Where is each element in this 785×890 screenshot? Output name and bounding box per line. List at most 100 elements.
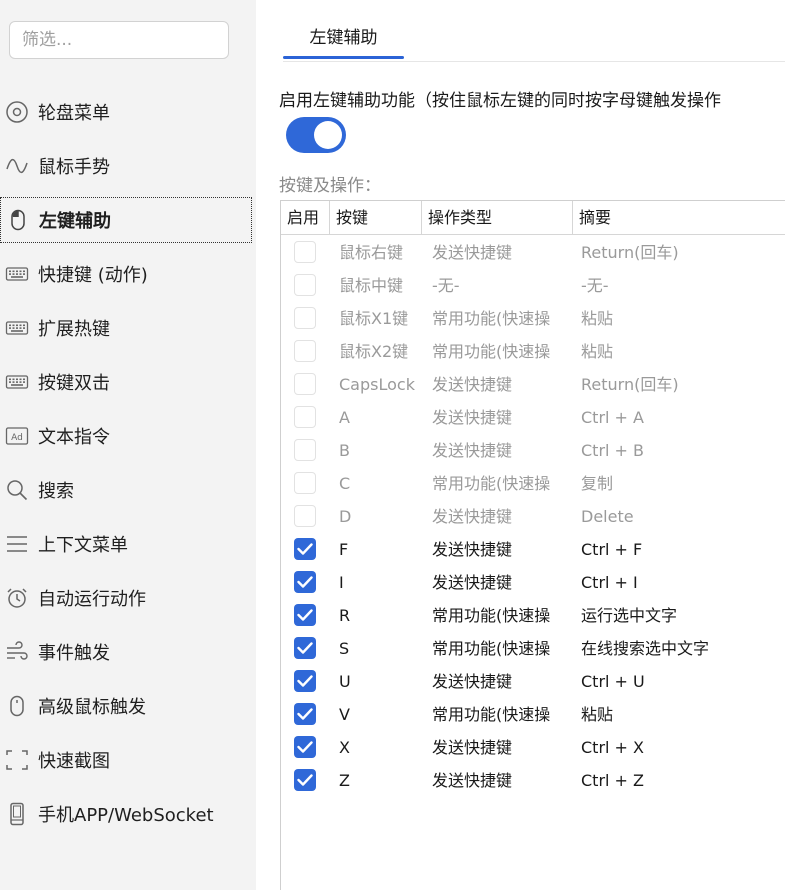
checkbox-checked[interactable] xyxy=(294,670,316,692)
cell-summary: 粘贴 xyxy=(581,705,614,724)
table-row[interactable]: I 发送快捷键 Ctrl + I xyxy=(281,566,785,599)
cell-action-type: 发送快捷键 xyxy=(432,375,513,394)
cell-key: D xyxy=(339,507,352,526)
menu-lines-icon xyxy=(5,532,29,556)
checkbox-checked[interactable] xyxy=(294,604,316,626)
cell-key: I xyxy=(339,573,344,592)
checkbox-checked[interactable] xyxy=(294,538,316,560)
table-row[interactable]: U 发送快捷键 Ctrl + U xyxy=(281,665,785,698)
cell-key: C xyxy=(339,474,351,493)
table-row[interactable]: 鼠标中键 -无- -无- xyxy=(281,269,785,302)
sidebar-item[interactable]: 快捷键 (动作) xyxy=(0,251,252,297)
checkbox-checked[interactable] xyxy=(294,769,316,791)
keyboard-icon xyxy=(5,370,29,394)
cell-action-type: 发送快捷键 xyxy=(432,441,513,460)
cell-summary: Ctrl + I xyxy=(581,573,638,592)
sidebar-item[interactable]: 搜索 xyxy=(0,467,252,513)
table-row[interactable]: CapsLock 发送快捷键 Return(回车) xyxy=(281,368,785,401)
checkbox-unchecked[interactable] xyxy=(294,373,316,395)
sidebar-item-label: 上下文菜单 xyxy=(38,535,128,556)
table-row[interactable]: 鼠标右键 发送快捷键 Return(回车) xyxy=(281,236,785,269)
search-icon xyxy=(5,478,29,502)
checkbox-unchecked[interactable] xyxy=(294,472,316,494)
sidebar-item-label: 自动运行动作 xyxy=(38,589,146,610)
cell-key: V xyxy=(339,705,350,724)
column-header-key[interactable]: 按键 xyxy=(330,201,422,235)
cell-summary: 复制 xyxy=(581,474,614,493)
sidebar-item[interactable]: 左键辅助 xyxy=(0,197,252,243)
checkbox-checked[interactable] xyxy=(294,703,316,725)
table-row[interactable]: C 常用功能(快速操 复制 xyxy=(281,467,785,500)
sidebar-item-label: 扩展热键 xyxy=(38,319,110,340)
table-row[interactable]: X 发送快捷键 Ctrl + X xyxy=(281,731,785,764)
table-row[interactable]: F 发送快捷键 Ctrl + F xyxy=(281,533,785,566)
sidebar-item[interactable]: 自动运行动作 xyxy=(0,575,252,621)
column-header-type[interactable]: 操作类型 xyxy=(422,201,573,235)
sidebar-item-label: 快速截图 xyxy=(38,751,110,772)
section-label: 按键及操作： xyxy=(279,176,381,196)
table-row[interactable]: A 发送快捷键 Ctrl + A xyxy=(281,401,785,434)
cell-summary: Ctrl + F xyxy=(581,540,643,559)
table-row[interactable]: S 常用功能(快速操 在线搜索选中文字 xyxy=(281,632,785,665)
sidebar-item[interactable]: 高级鼠标触发 xyxy=(0,683,252,729)
cell-key: R xyxy=(339,606,351,625)
cell-action-type: 发送快捷键 xyxy=(432,771,513,790)
cell-summary: Ctrl + A xyxy=(581,408,644,427)
sidebar: 轮盘菜单鼠标手势左键辅助快捷键 (动作) 扩展热键按键双击 Ad 文本指令搜索上下文菜… xyxy=(0,0,256,890)
tab-active-indicator xyxy=(283,56,404,59)
checkbox-unchecked[interactable] xyxy=(294,505,316,527)
checkbox-unchecked[interactable] xyxy=(294,307,316,329)
cell-key: X xyxy=(339,738,350,757)
table-row[interactable]: V 常用功能(快速操 粘贴 xyxy=(281,698,785,731)
sidebar-item[interactable]: 轮盘菜单 xyxy=(0,89,252,135)
sidebar-item[interactable]: 快速截图 xyxy=(0,737,252,783)
cell-action-type: 发送快捷键 xyxy=(432,540,513,559)
sidebar-item-label: 高级鼠标触发 xyxy=(38,697,146,718)
sidebar-item[interactable]: 按键双击 xyxy=(0,359,252,405)
cell-summary: 在线搜索选中文字 xyxy=(581,639,710,658)
checkbox-checked[interactable] xyxy=(294,637,316,659)
cell-key: 鼠标中键 xyxy=(339,276,404,295)
ad-text-icon: Ad xyxy=(5,424,29,448)
checkbox-unchecked[interactable] xyxy=(294,274,316,296)
sidebar-item-label: 手机APP/WebSocket xyxy=(38,805,214,826)
table-row[interactable]: 鼠标X2键 常用功能(快速操 粘贴 xyxy=(281,335,785,368)
table-row[interactable]: D 发送快捷键 Delete xyxy=(281,500,785,533)
column-header-enabled[interactable]: 启用 xyxy=(281,201,330,235)
cell-key: CapsLock xyxy=(339,375,415,394)
sidebar-item[interactable]: 上下文菜单 xyxy=(0,521,252,567)
checkbox-checked[interactable] xyxy=(294,571,316,593)
phone-icon xyxy=(5,802,29,826)
enable-label: 启用左键辅助功能（按住鼠标左键的同时按字母键触发操作 xyxy=(279,91,721,111)
table-header: 启用 按键 操作类型 摘要 xyxy=(281,201,785,235)
table-row[interactable]: R 常用功能(快速操 运行选中文字 xyxy=(281,599,785,632)
cell-action-type: 常用功能(快速操 xyxy=(432,309,551,328)
table-row[interactable]: Z 发送快捷键 Ctrl + Z xyxy=(281,764,785,797)
column-header-summary[interactable]: 摘要 xyxy=(573,201,785,235)
tab-divider xyxy=(283,61,785,62)
sidebar-item[interactable]: 扩展热键 xyxy=(0,305,252,351)
cell-action-type: 常用功能(快速操 xyxy=(432,606,551,625)
mouse-icon xyxy=(6,208,30,232)
cell-key: 鼠标右键 xyxy=(339,243,404,262)
gesture-icon xyxy=(5,154,29,178)
checkbox-checked[interactable] xyxy=(294,736,316,758)
table-row[interactable]: B 发送快捷键 Ctrl + B xyxy=(281,434,785,467)
checkbox-unchecked[interactable] xyxy=(294,406,316,428)
checkbox-unchecked[interactable] xyxy=(294,439,316,461)
sidebar-item[interactable]: 鼠标手势 xyxy=(0,143,252,189)
sidebar-item[interactable]: 事件触发 xyxy=(0,629,252,675)
checkbox-unchecked[interactable] xyxy=(294,241,316,263)
checkbox-unchecked[interactable] xyxy=(294,340,316,362)
cell-summary: 运行选中文字 xyxy=(581,606,678,625)
enable-toggle[interactable] xyxy=(286,117,346,153)
cell-summary: Ctrl + U xyxy=(581,672,645,691)
sidebar-item[interactable]: 手机APP/WebSocket xyxy=(0,791,252,837)
table-row[interactable]: 鼠标X1键 常用功能(快速操 粘贴 xyxy=(281,302,785,335)
filter-input[interactable] xyxy=(9,21,229,59)
cell-summary: -无- xyxy=(581,276,609,295)
sidebar-item[interactable]: Ad 文本指令 xyxy=(0,413,252,459)
cell-summary: Ctrl + B xyxy=(581,441,645,460)
sidebar-item-label: 左键辅助 xyxy=(39,211,111,232)
toggle-knob xyxy=(314,121,342,149)
